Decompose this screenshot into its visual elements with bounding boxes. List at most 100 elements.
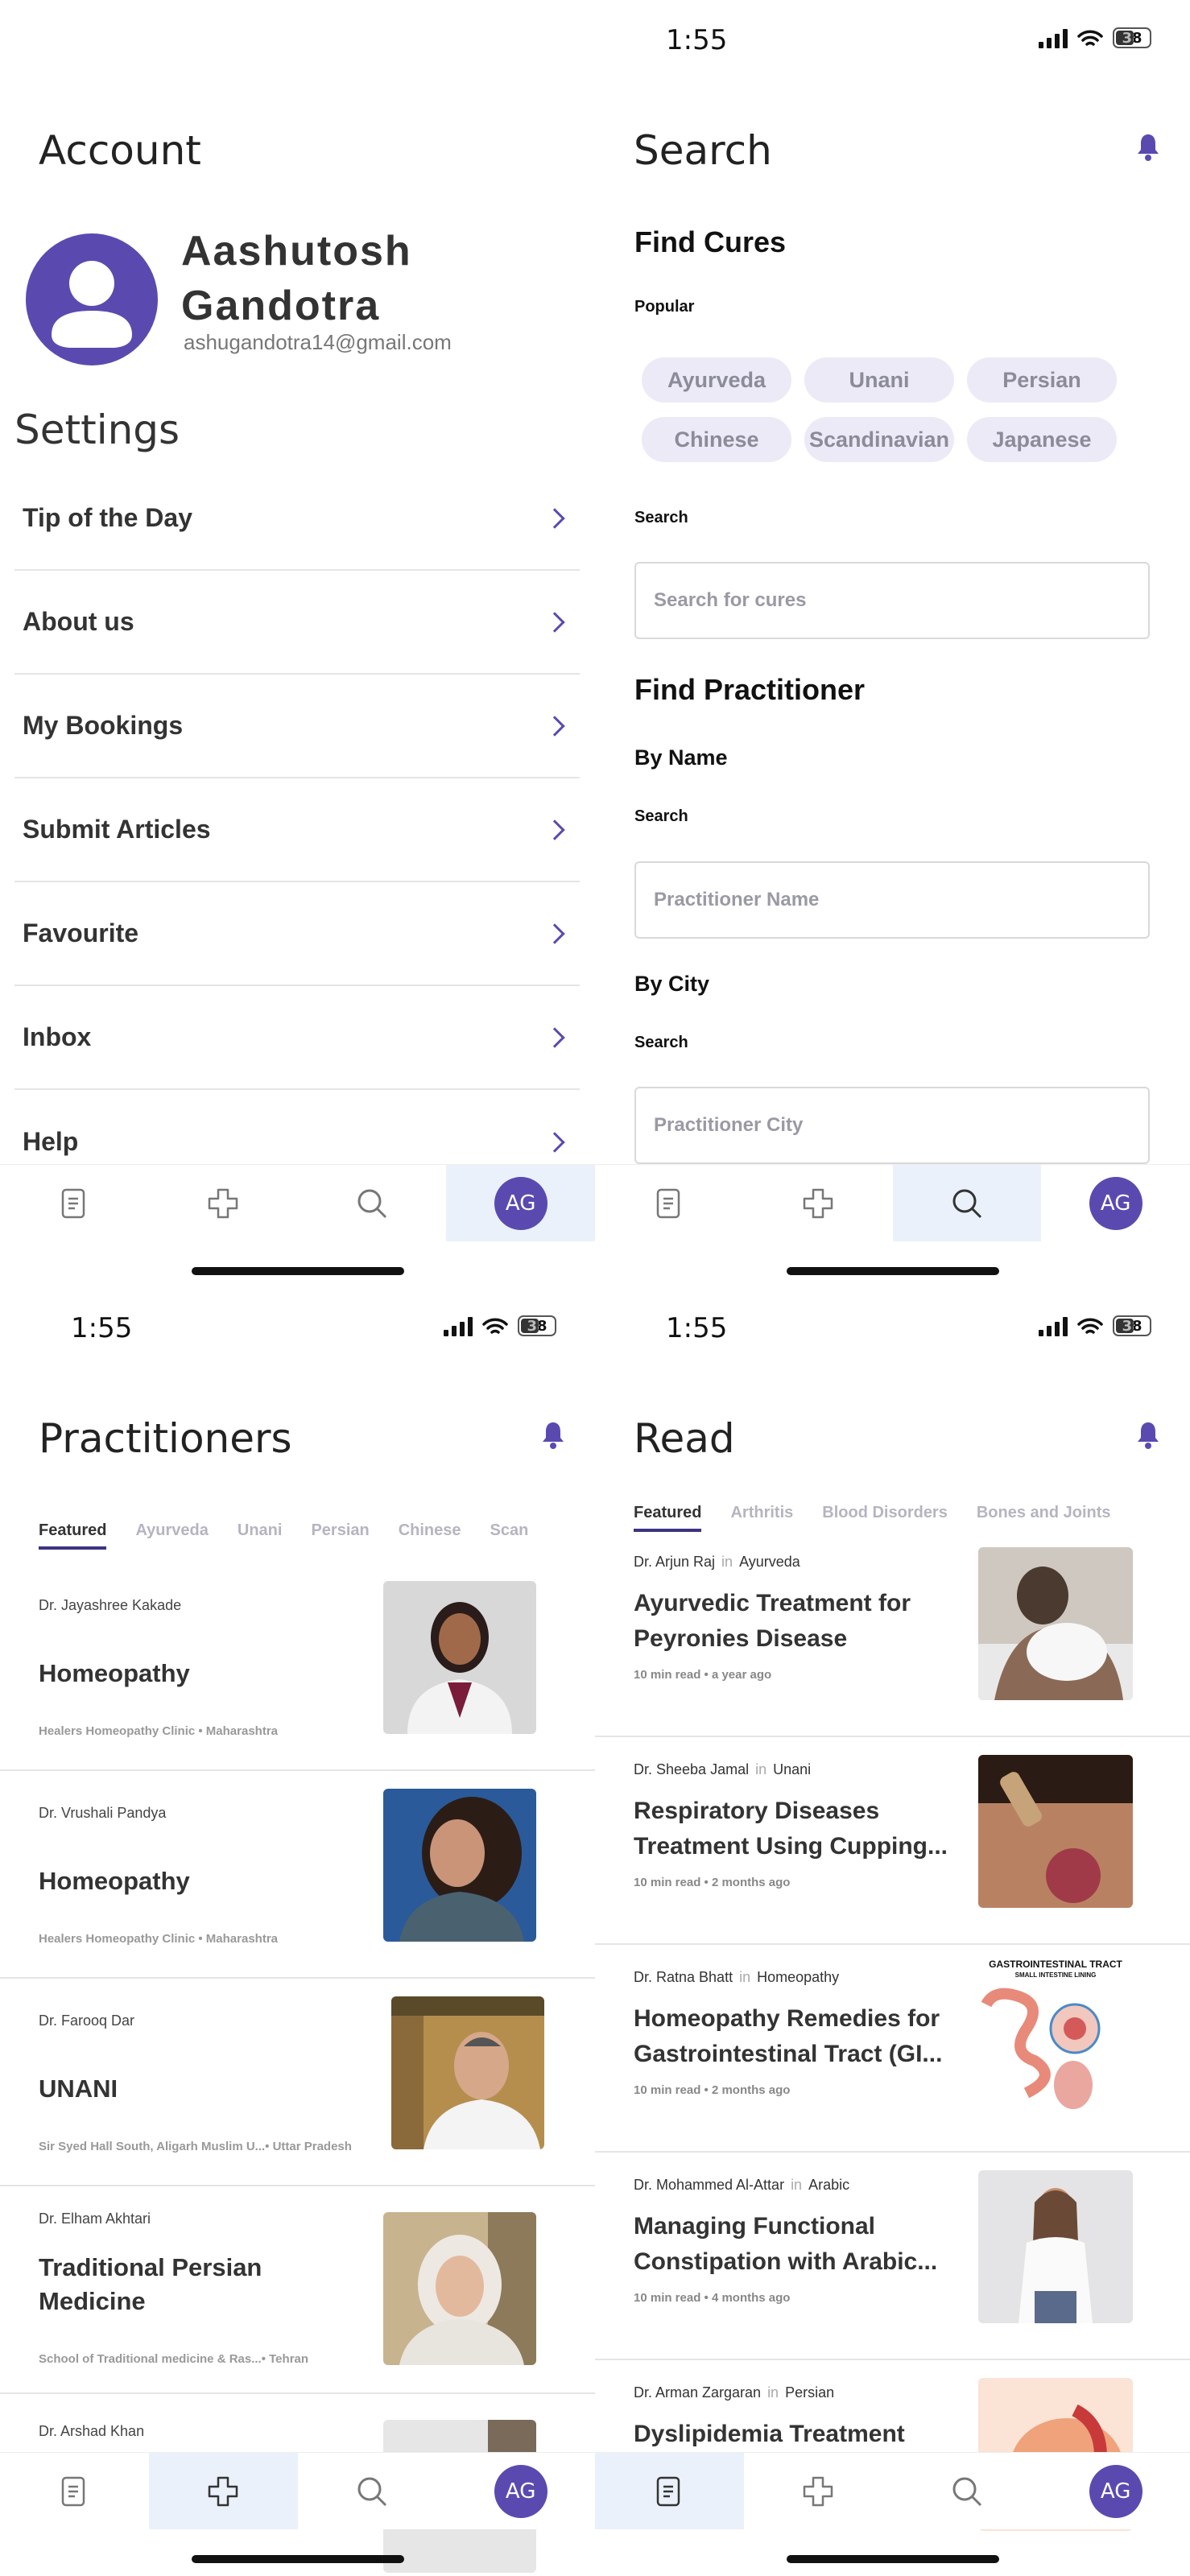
cross-icon bbox=[803, 2476, 833, 2506]
cellular-signal-icon bbox=[1039, 29, 1068, 48]
tab-chinese[interactable]: Chinese bbox=[399, 1521, 461, 1550]
profile-email: ashugandotra14@gmail.com bbox=[184, 330, 452, 354]
nav-practitioners[interactable] bbox=[149, 1165, 298, 1241]
article-title: Ayurvedic Treatment for Peyronies Diseas… bbox=[634, 1590, 911, 1652]
avatar: AG bbox=[1089, 2464, 1142, 2518]
tab-bones-and-joints[interactable]: Bones and Joints bbox=[977, 1504, 1111, 1532]
chip-unani[interactable]: Unani bbox=[804, 357, 954, 402]
wifi-icon bbox=[1077, 30, 1103, 46]
doctor-name: Dr. Elham Akhtari bbox=[39, 2211, 151, 2227]
tab-featured[interactable]: Featured bbox=[634, 1504, 702, 1532]
chevron-right-icon bbox=[544, 611, 565, 633]
specialty: Homeopathy bbox=[39, 1867, 190, 1895]
article-byline: Dr. Sheeba Jamal in Unani bbox=[634, 1761, 812, 1777]
search-icon bbox=[357, 2477, 386, 2506]
chip-persian[interactable]: Persian bbox=[967, 357, 1117, 402]
chip-japanese[interactable]: Japanese bbox=[967, 417, 1117, 462]
by-city-heading: By City bbox=[634, 972, 710, 996]
nav-read[interactable] bbox=[595, 1165, 744, 1241]
article-card[interactable]: Dr. Mohammed Al-Attar in Arabic Managing F… bbox=[595, 2153, 1190, 2360]
home-indicator bbox=[787, 2555, 999, 2563]
document-icon bbox=[657, 1188, 680, 1218]
article-byline: Dr. Arjun Raj in Ayurveda bbox=[634, 1554, 800, 1570]
tab-featured[interactable]: Featured bbox=[39, 1521, 107, 1550]
wifi-icon bbox=[1077, 1318, 1103, 1334]
practitioner-card[interactable]: Dr. Elham Akhtari Traditional Persian Me… bbox=[0, 2186, 595, 2394]
gi-image-title: GASTROINTESTINAL TRACT bbox=[989, 1959, 1122, 1970]
profile-avatar[interactable] bbox=[26, 233, 158, 365]
tab-arthritis[interactable]: Arthritis bbox=[730, 1504, 793, 1532]
location: Healers Homeopathy Clinic • Maharashtra bbox=[39, 1932, 279, 1946]
chip-scandinavian[interactable]: Scandinavian bbox=[804, 417, 954, 462]
status-time: 1:55 bbox=[666, 24, 728, 56]
nav-practitioners[interactable] bbox=[744, 1165, 893, 1241]
settings-item-about-us[interactable]: About us bbox=[14, 571, 580, 675]
chevron-right-icon bbox=[544, 1131, 565, 1153]
article-title: Managing Functional Constipation with Ar… bbox=[634, 2213, 938, 2275]
nav-read[interactable] bbox=[0, 2453, 149, 2529]
nav-account[interactable]: AG bbox=[446, 1165, 595, 1241]
practitioner-photo bbox=[383, 2212, 536, 2365]
practitioner-city-input[interactable]: Practitioner City bbox=[634, 1087, 1150, 1164]
article-card[interactable]: Dr. Sheeba Jamal in Unani Respiratory Dise… bbox=[595, 1737, 1190, 1945]
practitioners-screen: 1:55 38 Practitioners Featured Ayurveda … bbox=[0, 1288, 595, 2576]
settings-item-tip-of-the-day[interactable]: Tip of the Day bbox=[14, 467, 580, 571]
nav-account[interactable]: AG bbox=[1041, 2453, 1190, 2529]
nav-read[interactable] bbox=[0, 1165, 149, 1241]
bell-icon[interactable] bbox=[1136, 132, 1160, 163]
article-meta: 10 min read • 4 months ago bbox=[634, 2291, 791, 2305]
by-name-heading: By Name bbox=[634, 745, 728, 770]
nav-search[interactable] bbox=[298, 2453, 447, 2529]
tab-ayurveda[interactable]: Ayurveda bbox=[135, 1521, 208, 1550]
chip-ayurveda[interactable]: Ayurveda bbox=[642, 357, 791, 402]
nav-search[interactable] bbox=[298, 1165, 447, 1241]
popular-chips: Ayurveda Unani Persian Chinese Scandinav… bbox=[642, 357, 1125, 462]
practitioner-card[interactable]: Dr. Jayashree Kakade Homeopathy Healers … bbox=[0, 1563, 595, 1771]
nav-account[interactable]: AG bbox=[446, 2453, 595, 2529]
settings-title: Settings bbox=[14, 407, 180, 453]
battery-icon: 38 bbox=[1113, 27, 1151, 48]
chevron-right-icon bbox=[544, 819, 565, 840]
page-title: Search bbox=[634, 127, 772, 174]
bottom-nav: AG bbox=[595, 2452, 1190, 2529]
nav-search[interactable] bbox=[893, 2453, 1042, 2529]
page-title: Read bbox=[634, 1415, 735, 1462]
settings-item-my-bookings[interactable]: My Bookings bbox=[14, 675, 580, 778]
cure-search-input[interactable]: Search for cures bbox=[634, 562, 1150, 639]
nav-practitioners[interactable] bbox=[744, 2453, 893, 2529]
chevron-right-icon bbox=[544, 923, 565, 944]
article-byline: Dr. Mohammed Al-Attar in Arabic bbox=[634, 2177, 850, 2193]
user-icon bbox=[52, 261, 132, 348]
nav-account[interactable]: AG bbox=[1041, 1165, 1190, 1241]
tab-blood-disorders[interactable]: Blood Disorders bbox=[822, 1504, 948, 1532]
category-tabs: Featured Ayurveda Unani Persian Chinese … bbox=[39, 1521, 528, 1550]
doctor-name: Dr. Farooq Dar bbox=[39, 2013, 135, 2029]
profile-name: Aashutosh Gandotra bbox=[181, 228, 412, 329]
practitioner-card[interactable]: Dr. Vrushali Pandya Homeopathy Healers H… bbox=[0, 1771, 595, 1979]
find-cures-heading: Find Cures bbox=[634, 225, 787, 258]
settings-item-submit-articles[interactable]: Submit Articles bbox=[14, 778, 580, 882]
article-image bbox=[978, 1547, 1133, 1700]
nav-read[interactable] bbox=[595, 2453, 744, 2529]
tab-unani[interactable]: Unani bbox=[238, 1521, 283, 1550]
practitioner-card[interactable]: Dr. Farooq Dar UNANI Sir Syed Hall South… bbox=[0, 1979, 595, 2186]
nav-practitioners[interactable] bbox=[148, 2453, 298, 2529]
settings-item-favourite[interactable]: Favourite bbox=[14, 882, 580, 986]
bell-icon[interactable] bbox=[1136, 1420, 1160, 1451]
bell-icon[interactable] bbox=[541, 1420, 565, 1451]
nav-search[interactable] bbox=[892, 1165, 1042, 1241]
status-icons: 38 bbox=[444, 1315, 556, 1336]
article-card[interactable]: Dr. Arjun Raj in Ayurveda Ayurvedic Treatm… bbox=[595, 1530, 1190, 1737]
status-time: 1:55 bbox=[71, 1312, 133, 1344]
tab-scan[interactable]: Scan bbox=[490, 1521, 529, 1550]
avatar: AG bbox=[1089, 1176, 1142, 1230]
practitioner-name-input[interactable]: Practitioner Name bbox=[634, 861, 1150, 939]
bottom-nav: AG bbox=[595, 1164, 1190, 1241]
chip-chinese[interactable]: Chinese bbox=[642, 417, 791, 462]
settings-item-inbox[interactable]: Inbox bbox=[14, 986, 580, 1090]
page-title: Practitioners bbox=[39, 1415, 292, 1462]
search-icon bbox=[952, 2477, 981, 2506]
article-card[interactable]: Dr. Ratna Bhatt in Homeopathy Homeopathy R… bbox=[595, 1945, 1190, 2153]
tab-persian[interactable]: Persian bbox=[311, 1521, 369, 1550]
location: Healers Homeopathy Clinic • Maharashtra bbox=[39, 1724, 279, 1738]
